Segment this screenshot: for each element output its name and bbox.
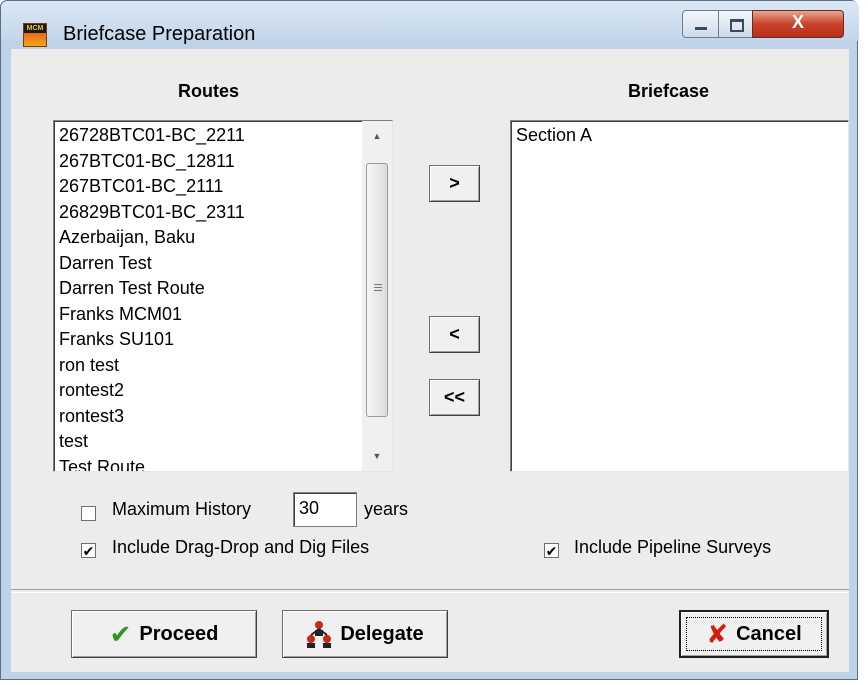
add-to-briefcase-button[interactable]: > bbox=[429, 165, 480, 202]
checkmark-icon: ✔ bbox=[109, 618, 132, 649]
briefcase-list-item[interactable]: Section A bbox=[516, 125, 592, 146]
separator bbox=[11, 589, 849, 593]
route-list-item[interactable]: Test Route bbox=[59, 457, 145, 472]
briefcase-list[interactable]: Section A bbox=[510, 120, 849, 472]
mcm-app-icon: MCM bbox=[23, 23, 47, 47]
checkmark-icon: ✔ bbox=[82, 543, 95, 559]
route-list-item[interactable]: test bbox=[59, 431, 88, 452]
minimize-button[interactable] bbox=[682, 10, 719, 38]
include-dragdrop-checkbox[interactable]: ✔ bbox=[81, 543, 96, 558]
remove-all-button[interactable]: << bbox=[429, 379, 480, 416]
max-history-checkbox[interactable] bbox=[81, 506, 96, 521]
delegate-label: Delegate bbox=[340, 622, 424, 645]
max-history-label: Maximum History bbox=[112, 499, 252, 519]
scroll-up-arrow-icon[interactable]: ▲ bbox=[362, 121, 392, 151]
minimize-icon bbox=[695, 27, 707, 30]
dialog-body: Routes Briefcase 26728BTC01-BC_2211 267BT… bbox=[11, 49, 849, 672]
routes-list[interactable]: 26728BTC01-BC_2211 267BTC01-BC_12811 267BT… bbox=[53, 120, 393, 472]
briefcase-preparation-window: MCM Briefcase Preparation X Routes Brief… bbox=[0, 0, 859, 680]
checkmark-icon: ✔ bbox=[545, 543, 558, 559]
route-list-item[interactable]: Darren Test Route bbox=[59, 278, 205, 299]
route-list-item[interactable]: rontest2 bbox=[59, 380, 124, 401]
maximize-icon bbox=[730, 19, 744, 32]
scroll-grip-icon bbox=[374, 284, 382, 293]
title-bar[interactable]: MCM Briefcase Preparation X bbox=[1, 1, 859, 47]
focus-rect bbox=[686, 617, 822, 651]
scroll-down-arrow-icon[interactable]: ▼ bbox=[362, 441, 392, 471]
route-list-item[interactable]: Azerbaijan, Baku bbox=[59, 227, 195, 248]
include-pipeline-label: Include Pipeline Surveys bbox=[574, 537, 772, 557]
max-history-input[interactable]: 30 bbox=[293, 492, 357, 527]
route-list-item[interactable]: 26728BTC01-BC_2211 bbox=[59, 125, 245, 146]
proceed-button[interactable]: ✔ Proceed bbox=[71, 610, 257, 658]
route-list-item[interactable]: 26829BTC01-BC_2311 bbox=[59, 202, 245, 223]
remove-from-briefcase-button[interactable]: < bbox=[429, 316, 480, 353]
route-list-item[interactable]: Franks MCM01 bbox=[59, 304, 182, 325]
routes-scrollbar[interactable]: ▲ ▼ bbox=[362, 121, 392, 471]
cancel-button[interactable]: ✘ Cancel bbox=[679, 610, 829, 658]
include-pipeline-checkbox[interactable]: ✔ bbox=[544, 543, 559, 558]
route-list-item[interactable]: Franks SU101 bbox=[59, 329, 174, 350]
delegate-button[interactable]: Delegate bbox=[282, 610, 448, 658]
app-icon-text: MCM bbox=[24, 24, 46, 33]
route-list-item[interactable]: Darren Test bbox=[59, 253, 152, 274]
include-dragdrop-label: Include Drag-Drop and Dig Files bbox=[112, 537, 370, 557]
route-list-item[interactable]: rontest3 bbox=[59, 406, 124, 427]
route-list-item[interactable]: 267BTC01-BC_12811 bbox=[59, 151, 235, 172]
maximize-button[interactable] bbox=[718, 10, 753, 38]
close-button[interactable]: X bbox=[752, 10, 844, 38]
route-list-item[interactable]: ron test bbox=[59, 355, 119, 376]
close-icon: X bbox=[791, 12, 804, 32]
proceed-label: Proceed bbox=[139, 622, 219, 645]
people-network-icon bbox=[307, 621, 332, 648]
window-title: Briefcase Preparation bbox=[63, 23, 256, 45]
years-label: years bbox=[364, 499, 409, 519]
routes-heading: Routes bbox=[178, 81, 240, 101]
briefcase-heading: Briefcase bbox=[628, 81, 710, 101]
scroll-thumb[interactable] bbox=[366, 163, 388, 417]
route-list-item[interactable]: 267BTC01-BC_2111 bbox=[59, 176, 223, 197]
